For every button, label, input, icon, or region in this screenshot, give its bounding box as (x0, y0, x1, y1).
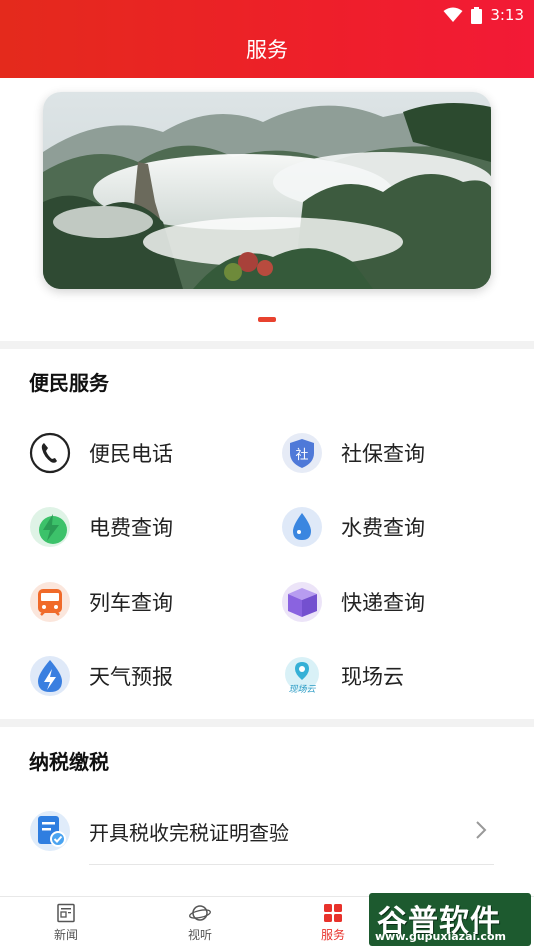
banner-landscape-image (43, 92, 491, 289)
battery-icon (471, 6, 483, 24)
service-label: 天气预报 (89, 665, 173, 689)
tax-item-label: 开具税收完税证明查验 (89, 820, 289, 845)
service-label: 快递查询 (341, 591, 425, 615)
service-label: 社保查询 (341, 442, 425, 466)
nav-tab-service[interactable]: 服务 (303, 903, 363, 943)
tax-certificate-icon (30, 811, 70, 851)
watermark-url: www.gupuxiazai.com (375, 930, 506, 943)
planet-icon (189, 905, 211, 921)
service-item-electricity[interactable]: 电费查询 (29, 505, 173, 549)
water-drop-icon (282, 507, 322, 547)
banner-carousel[interactable] (43, 92, 491, 289)
header: 3:13 服务 (0, 0, 534, 78)
section-divider (0, 719, 534, 727)
electricity-icon (30, 507, 70, 547)
tax-section-title: 纳税缴税 (29, 750, 109, 774)
carousel-indicator[interactable] (258, 317, 276, 322)
nav-tab-news[interactable]: 新闻 (36, 903, 96, 943)
news-icon (57, 903, 75, 923)
nav-tab-media[interactable]: 视听 (170, 903, 230, 943)
phone-icon (29, 432, 71, 474)
status-time: 3:13 (490, 6, 524, 24)
service-label: 现场云 (341, 665, 404, 689)
train-icon (30, 582, 70, 622)
chevron-right-icon (476, 821, 487, 839)
service-item-water[interactable]: 水费查询 (281, 505, 425, 549)
social-security-icon: 社 (282, 433, 322, 473)
service-label: 便民电话 (89, 442, 173, 466)
grid-icon (324, 904, 342, 922)
service-label: 列车查询 (89, 591, 173, 615)
service-item-express[interactable]: 快递查询 (281, 580, 425, 624)
page-title: 服务 (246, 38, 288, 62)
status-bar: 3:13 (443, 4, 524, 26)
nav-label: 新闻 (53, 928, 78, 942)
section-divider (0, 341, 534, 349)
service-label: 电费查询 (89, 516, 173, 540)
list-divider (89, 864, 494, 865)
site-watermark: 谷普软件园 www.gupuxiazai.com (369, 893, 531, 946)
service-item-xianchangyun[interactable]: 现场云 现场云 (281, 654, 404, 698)
service-item-train[interactable]: 列车查询 (29, 580, 173, 624)
service-page: 3:13 服务 便民服务 便民电话 社 社保查询 电费查询 水费查询 列车查询 … (0, 0, 534, 949)
nav-label: 视听 (187, 928, 212, 942)
social-icon-glyph: 社 (295, 447, 308, 463)
xcy-logo-text: 现场云 (288, 684, 316, 695)
parcel-box-icon (282, 582, 322, 622)
xianchangyun-logo-icon: 现场云 (285, 657, 319, 695)
service-label: 水费查询 (341, 516, 425, 540)
service-item-social-security[interactable]: 社 社保查询 (281, 431, 425, 475)
tax-item-certificate[interactable]: 开具税收完税证明查验 (29, 806, 499, 856)
nav-label: 服务 (320, 928, 345, 942)
wifi-icon (443, 7, 463, 23)
service-item-weather[interactable]: 天气预报 (29, 654, 173, 698)
weather-icon (30, 656, 70, 696)
convenience-section-title: 便民服务 (29, 371, 109, 395)
service-item-phone[interactable]: 便民电话 (29, 431, 173, 475)
